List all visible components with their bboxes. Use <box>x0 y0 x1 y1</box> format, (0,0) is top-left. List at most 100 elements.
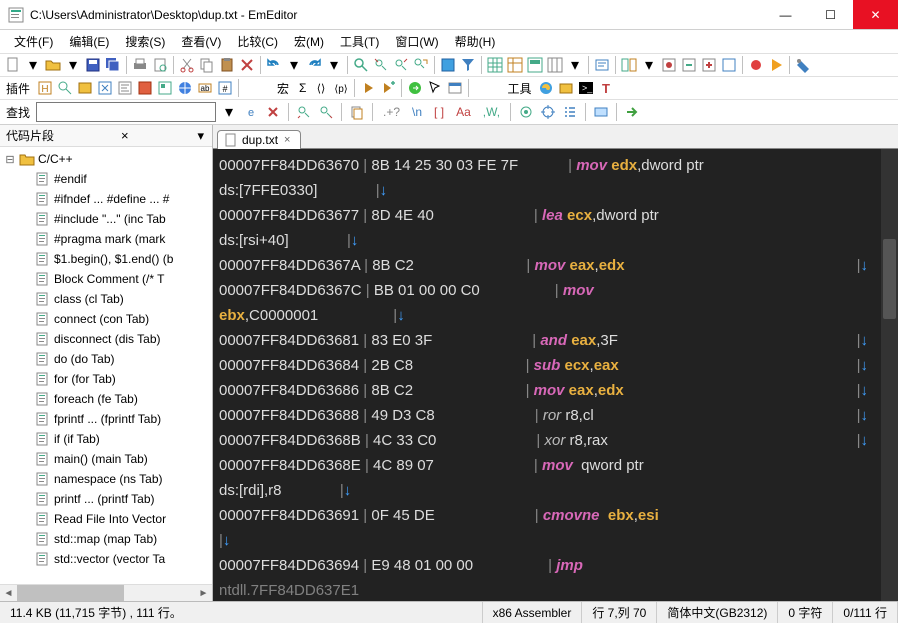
code-line[interactable]: 00007FF84DD63681 | 83 E0 3F | and eax,3F… <box>219 328 898 353</box>
csv-convert-icon[interactable] <box>526 56 544 74</box>
tree-item[interactable]: #ifndef ... #define ... # <box>32 189 212 209</box>
sidebar-close-icon[interactable]: × <box>119 128 131 143</box>
code-line[interactable]: 00007FF84DD6367C | BB 01 00 00 C0 | mov <box>219 278 898 303</box>
tree-item[interactable]: std::vector (vector Ta <box>32 549 212 569</box>
plugin-wordcount-icon[interactable]: # <box>216 79 234 97</box>
cut-icon[interactable] <box>178 56 196 74</box>
dropdown-icon[interactable]: ▾ <box>64 56 82 74</box>
minimize-button[interactable]: — <box>763 0 808 29</box>
code-line[interactable]: 00007FF84DD6367A | 8B C2 | mov eax,edx|↓ <box>219 253 898 278</box>
sidebar-hscroll[interactable]: ◄ ► <box>0 584 212 601</box>
search-next-icon[interactable] <box>317 103 335 121</box>
code-line[interactable]: ds:[7FFE0330] |↓ <box>219 178 898 203</box>
status-encoding[interactable]: 简体中文(GB2312) <box>657 602 778 623</box>
tree-item[interactable]: if (if Tab) <box>32 429 212 449</box>
output-icon[interactable] <box>593 56 611 74</box>
new-file-icon[interactable] <box>4 56 22 74</box>
search-list-icon[interactable] <box>561 103 579 121</box>
tree-item[interactable]: printf ... (printf Tab) <box>32 489 212 509</box>
editor-vscroll[interactable] <box>881 149 898 601</box>
tree-item[interactable]: #include "..." (inc Tab <box>32 209 212 229</box>
user-defined-icon[interactable]: ▾ <box>566 56 584 74</box>
save-icon[interactable] <box>84 56 102 74</box>
record-icon[interactable] <box>747 56 765 74</box>
print-icon[interactable] <box>131 56 149 74</box>
open-file-icon[interactable] <box>44 56 62 74</box>
menu-item[interactable]: 搜索(S) <box>117 31 173 52</box>
print-preview-icon[interactable] <box>151 56 169 74</box>
plugin-htmltidy-icon[interactable]: H <box>36 79 54 97</box>
compare5-icon[interactable] <box>720 56 738 74</box>
search-settings-icon[interactable] <box>517 103 535 121</box>
menu-item[interactable]: 比较(C) <box>229 31 286 52</box>
paste-icon[interactable] <box>218 56 236 74</box>
tree-item[interactable]: disconnect (dis Tab) <box>32 329 212 349</box>
code-line[interactable]: 00007FF84DD63691 | 0F 45 DE | cmovne ebx… <box>219 503 898 528</box>
tree-item[interactable]: foreach (fe Tab) <box>32 389 212 409</box>
dropdown-icon[interactable]: ▾ <box>640 56 658 74</box>
menu-item[interactable]: 窗口(W) <box>387 31 446 52</box>
copy-icon[interactable] <box>198 56 216 74</box>
compare3-icon[interactable] <box>680 56 698 74</box>
plugin-explorer-icon[interactable] <box>76 79 94 97</box>
undo-icon[interactable] <box>265 56 283 74</box>
tree-item[interactable]: do (do Tab) <box>32 349 212 369</box>
search-copy-icon[interactable] <box>348 103 366 121</box>
menu-item[interactable]: 编辑(E) <box>61 31 117 52</box>
plugin-snippets-icon[interactable] <box>156 79 174 97</box>
tree-item[interactable]: std::map (map Tab) <box>32 529 212 549</box>
tree-item[interactable]: Block Comment (/* T <box>32 269 212 289</box>
close-button[interactable]: ✕ <box>853 0 898 29</box>
search-x-icon[interactable] <box>264 103 282 121</box>
search-target-icon[interactable] <box>539 103 557 121</box>
tool-explorer-icon[interactable] <box>557 79 575 97</box>
play-icon[interactable] <box>767 56 785 74</box>
plugin-wordcomplete-icon[interactable]: ab <box>196 79 214 97</box>
filter-icon[interactable] <box>459 56 477 74</box>
macro-p-icon[interactable]: ⟨p⟩ <box>332 79 350 97</box>
search-newline-token[interactable]: \n <box>408 105 426 119</box>
macro-add-icon[interactable] <box>379 79 397 97</box>
search-prev-icon[interactable] <box>295 103 313 121</box>
replace-icon[interactable] <box>412 56 430 74</box>
tool-ie-icon[interactable] <box>537 79 555 97</box>
plugin-openx-icon[interactable] <box>96 79 114 97</box>
bookmark-icon[interactable] <box>439 56 457 74</box>
code-line[interactable]: ds:[rdi],r8 |↓ <box>219 478 898 503</box>
code-line[interactable]: 00007FF84DD63670 | 8B 14 25 30 03 FE 7F … <box>219 153 898 178</box>
search-brackets-token[interactable]: [ ] <box>430 105 448 119</box>
find-next-icon[interactable] <box>392 56 410 74</box>
redo-icon[interactable] <box>305 56 323 74</box>
tree-root[interactable]: ⊟ C/C++ <box>4 149 212 169</box>
tree-item[interactable]: main() (main Tab) <box>32 449 212 469</box>
search-case-token[interactable]: Aa <box>452 105 475 119</box>
find-icon[interactable] <box>352 56 370 74</box>
plugin-search-icon[interactable] <box>56 79 74 97</box>
compare4-icon[interactable] <box>700 56 718 74</box>
macro-params-icon[interactable]: ⟨⟩ <box>312 79 330 97</box>
menu-item[interactable]: 帮助(H) <box>447 31 504 52</box>
tree-item[interactable]: $1.begin(), $1.end() (b <box>32 249 212 269</box>
maximize-button[interactable]: ☐ <box>808 0 853 29</box>
code-line[interactable]: 00007FF84DD63694 | E9 48 01 00 00 | jmp <box>219 553 898 578</box>
code-line[interactable]: 00007FF84DD6368E | 4C 89 07 | mov qword … <box>219 453 898 478</box>
find-prev-icon[interactable] <box>372 56 390 74</box>
tsv-icon[interactable] <box>546 56 564 74</box>
tree-item[interactable]: #endif <box>32 169 212 189</box>
sigma-button[interactable]: Σ <box>295 81 310 95</box>
search-dropdown-icon[interactable]: ▾ <box>220 103 238 121</box>
plugin-webpreview-icon[interactable] <box>176 79 194 97</box>
macro-run-icon[interactable] <box>359 79 377 97</box>
plugin-projects-icon[interactable] <box>136 79 154 97</box>
menu-item[interactable]: 查看(V) <box>173 31 229 52</box>
code-line[interactable]: 00007FF84DD63688 | 49 D3 C8 | ror r8,cl|… <box>219 403 898 428</box>
tool-text-icon[interactable]: T <box>597 79 615 97</box>
code-line[interactable]: ntdll.7FF84DD637E1 <box>219 578 898 601</box>
search-word-token[interactable]: ,W, <box>479 105 504 119</box>
tab-dup-txt[interactable]: dup.txt × <box>217 130 301 149</box>
menu-item[interactable]: 文件(F) <box>6 31 61 52</box>
code-line[interactable]: |↓ <box>219 528 898 553</box>
tree-item[interactable]: for (for Tab) <box>32 369 212 389</box>
dropdown-icon[interactable]: ▾ <box>285 56 303 74</box>
dropdown-icon[interactable]: ▾ <box>325 56 343 74</box>
